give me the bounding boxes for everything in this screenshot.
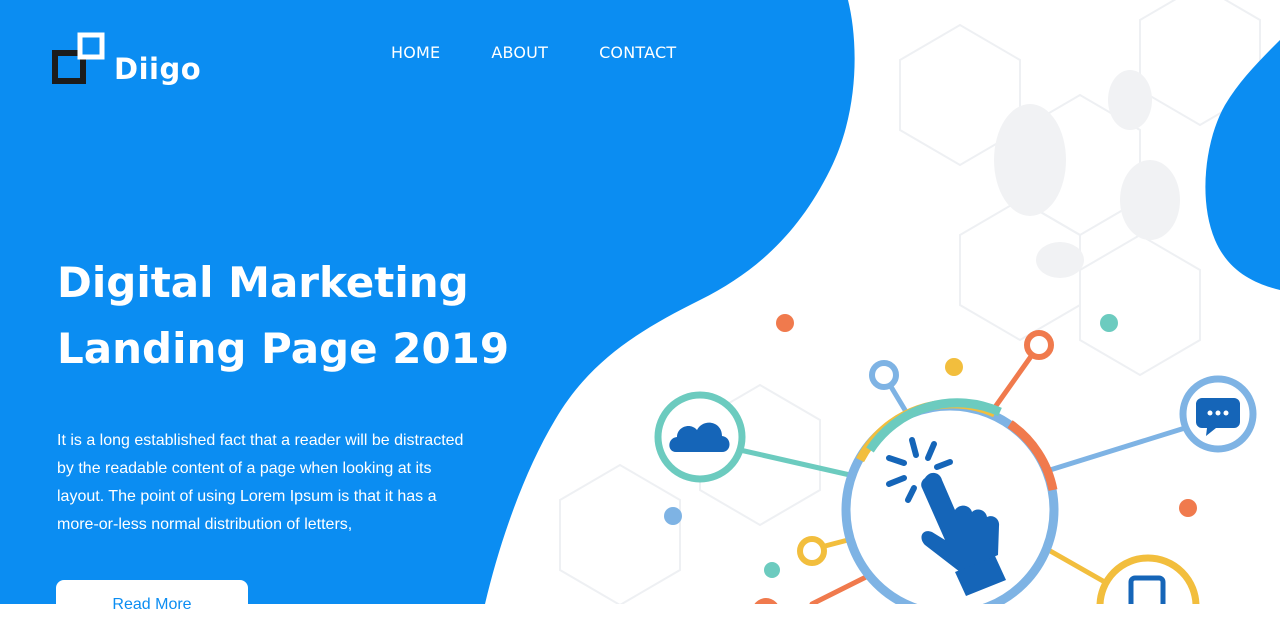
smartphone-icon [1096, 554, 1200, 604]
marketing-illustration [654, 314, 1257, 604]
chat-bubble-icon [1179, 375, 1257, 453]
cloud-icon [654, 391, 746, 483]
